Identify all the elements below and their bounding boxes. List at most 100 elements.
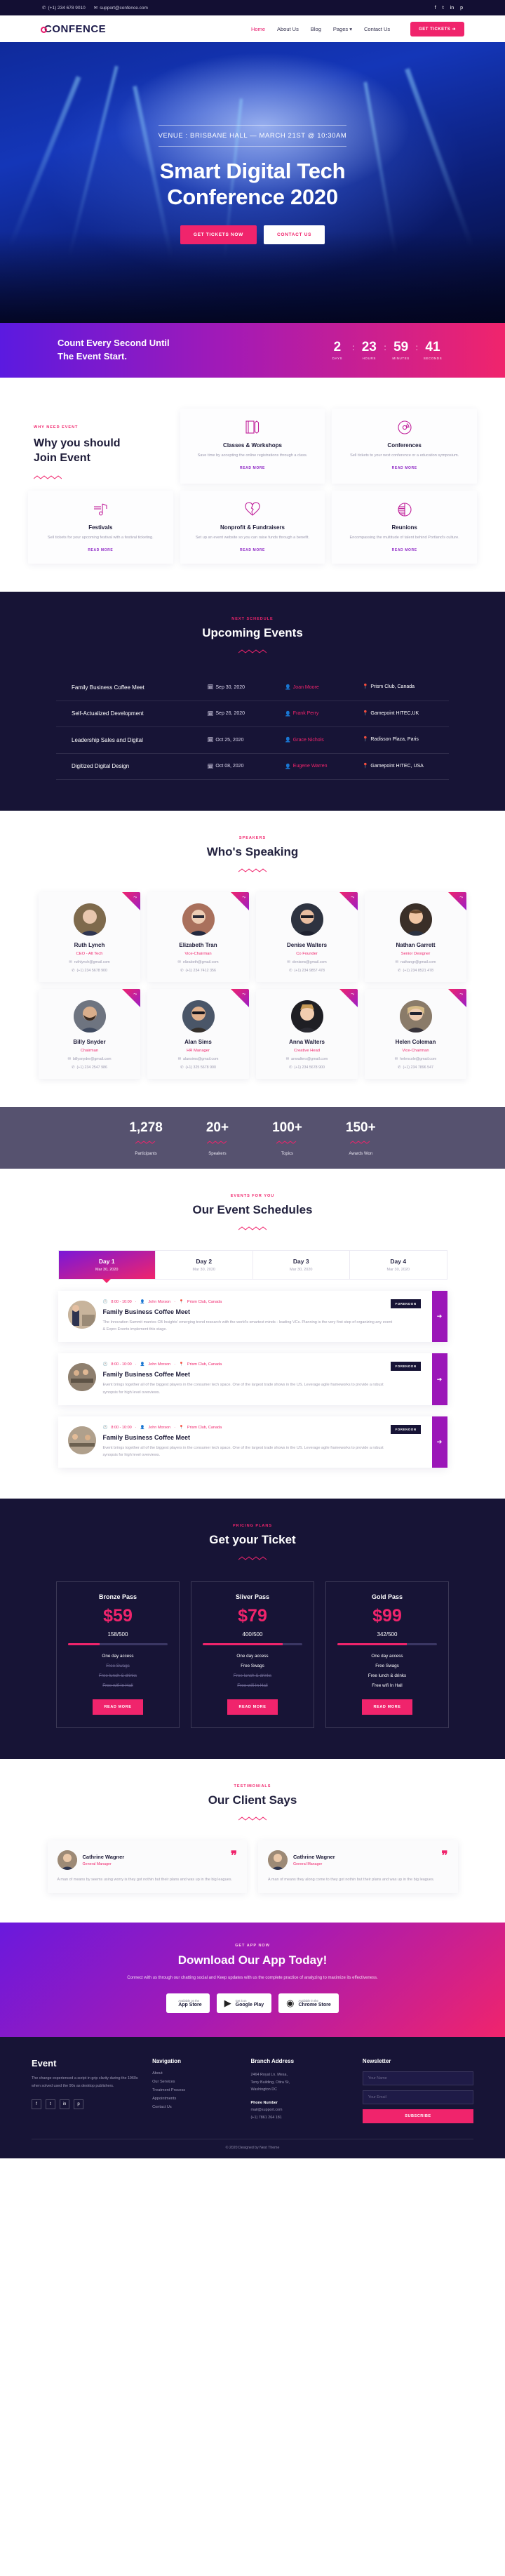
read-more-link[interactable]: READ MORE <box>240 466 265 470</box>
phone-icon: ✆ <box>180 969 184 973</box>
nav-item-home[interactable]: Home <box>251 26 265 32</box>
speaker-card[interactable]: ⤳ Elizabeth Tran Vice-Chairman ✉ elizabet… <box>147 892 249 982</box>
feature-desc: Sell tickets for your upcoming festival … <box>47 536 154 540</box>
schedules-title: Our Event Schedules <box>192 1203 313 1216</box>
speaker-card[interactable]: ⤳ Denise Walters Co Founder ✉ denisew@gma… <box>256 892 358 982</box>
pricing-card-bronze[interactable]: Bronze Pass $59 158/500 One day access F… <box>56 1581 180 1729</box>
tab-day-2[interactable]: Day 2 Mar 30, 2020 <box>156 1251 253 1279</box>
testimonials-header: TESTIMONIALS Our Client Says <box>0 1784 505 1825</box>
speaker-card[interactable]: ⤳ Anna Walters Creative Head ✉ anwalters@… <box>256 989 358 1079</box>
pricing-card-silver[interactable]: Sliver Pass $79 400/500 One day access F… <box>191 1581 314 1729</box>
plan-read-more-button[interactable]: READ MORE <box>362 1699 412 1715</box>
table-row[interactable]: Family Business Coffee Meet 🗓 Sep 30, 202… <box>56 675 449 701</box>
read-more-link[interactable]: READ MORE <box>88 548 113 552</box>
read-more-link[interactable]: READ MORE <box>240 548 265 552</box>
schedule-next-button[interactable]: ➔ <box>431 1353 447 1405</box>
feature-card-festivals[interactable]: Festivals Sell tickets for your upcoming… <box>28 491 173 564</box>
schedule-next-button[interactable]: ➔ <box>431 1416 447 1468</box>
google-play-button[interactable]: ▶ Get it on Google Play <box>216 1993 272 2014</box>
linkedin-icon[interactable]: in <box>450 6 454 11</box>
facebook-icon[interactable]: f <box>32 2099 41 2110</box>
event-date: 🗓 Oct 25, 2020 <box>207 737 244 743</box>
hero-contact-us-button[interactable]: CONTACT US <box>264 225 325 245</box>
chrome-store-button[interactable]: ◉ Available in the Chrome Store <box>278 1993 339 2014</box>
pinterest-icon[interactable]: p <box>74 2099 83 2110</box>
feature-card-nonprofit[interactable]: Nonprofit & Fundraisers Set up an event … <box>180 491 325 564</box>
share-icon[interactable]: ⤳ <box>231 989 249 1007</box>
pricing-card-gold[interactable]: Gold Pass $99 342/500 One day access Fre… <box>325 1581 449 1729</box>
hero-get-tickets-button[interactable]: GET TICKETS NOW <box>180 225 257 245</box>
event-place: 📍 Gamepoint HITEC, USA <box>363 763 433 771</box>
footer-contact-email[interactable]: mail@support.com <box>251 2106 353 2114</box>
feature-card-conferences[interactable]: Conferences Sell tickets to your next co… <box>332 409 477 484</box>
table-row[interactable]: Self-Actualized Development 🗓 Sep 26, 202… <box>56 701 449 727</box>
twitter-icon[interactable]: t <box>443 6 444 11</box>
newsletter-name-input[interactable]: Your Name <box>362 2071 473 2086</box>
share-icon[interactable]: ⤳ <box>122 892 140 910</box>
schedule-item[interactable]: 🕐 8:00 - 10:00 · 👤 John Morson · 📍 Prism Club… <box>58 1291 447 1343</box>
pinterest-icon[interactable]: p <box>460 6 463 11</box>
footer-contact-phone[interactable]: (+1) 7861 264 181 <box>251 2114 353 2122</box>
get-tickets-button[interactable]: GET TICKETS ➔ <box>410 21 464 36</box>
schedules-eyebrow: EVENTS FOR YOU <box>230 1194 275 1198</box>
footer-link-contact-us[interactable]: Contact Us <box>152 2105 241 2109</box>
speakers-header: SPEAKERS Who's Speaking <box>0 836 505 877</box>
newsletter-email-input[interactable]: Your Email <box>362 2090 473 2105</box>
table-row[interactable]: Digitized Digital Design 🗓 Oct 08, 2020 👤… <box>56 754 449 780</box>
speaker-phone: ✆ (+1) 234 9857 478 <box>289 969 325 973</box>
facebook-icon[interactable]: f <box>435 6 436 11</box>
newsletter-subscribe-button[interactable]: SUBSCRIBE <box>362 2109 473 2124</box>
event-place: 📍 Prism Club, Canada <box>363 684 433 691</box>
share-icon[interactable]: ⤳ <box>448 989 466 1007</box>
share-icon[interactable]: ⤳ <box>231 892 249 910</box>
schedules-header: EVENTS FOR YOU Our Event Schedules <box>0 1194 505 1235</box>
plan-read-more-button[interactable]: READ MORE <box>93 1699 143 1715</box>
share-icon[interactable]: ⤳ <box>339 989 358 1007</box>
share-icon[interactable]: ⤳ <box>339 892 358 910</box>
stats-section: 1,278 Participants 20+ Speakers 100+ Top… <box>0 1107 505 1169</box>
testimonial-card[interactable]: ❞ Cathrine Wagner General Manager A man … <box>47 1840 247 1894</box>
schedule-item[interactable]: 🕐 8:00 - 10:00 · 👤 John Morson · 📍 Prism Club… <box>58 1416 447 1468</box>
nav-item-pages[interactable]: Pages ▾ <box>333 26 352 32</box>
user-icon: 👤 <box>285 738 291 743</box>
schedule-item[interactable]: 🕐 8:00 - 10:00 · 👤 John Morson · 📍 Prism Club… <box>58 1353 447 1405</box>
app-store-button[interactable]: Available on the App Store <box>166 1993 210 2014</box>
why-title: Why you should Join Event <box>34 437 121 465</box>
feature-card-reunions[interactable]: Reunions Encompassing the multitude of t… <box>332 491 477 564</box>
tab-day-4[interactable]: Day 4 Mar 30, 2020 <box>350 1251 447 1279</box>
speaker-card[interactable]: ⤳ Billy Snyder Chairman ✉ billysnyder@gma… <box>39 989 140 1079</box>
plan-read-more-button[interactable]: READ MORE <box>227 1699 278 1715</box>
table-row[interactable]: Leadership Sales and Digital 🗓 Oct 25, 20… <box>56 727 449 754</box>
speaker-card[interactable]: ⤳ Ruth Lynch CEO - Alt Tech ✉ ruthlynch@g… <box>39 892 140 982</box>
twitter-icon[interactable]: t <box>46 2099 55 2110</box>
speaker-card[interactable]: ⤳ Alan Sims HR Manager ✉ alansims@gmail.c… <box>147 989 249 1079</box>
schedule-next-button[interactable]: ➔ <box>431 1291 447 1343</box>
testimonial-card[interactable]: ❞ Cathrine Wagner General Manager A man … <box>258 1840 458 1894</box>
arrow-right-icon: ➔ <box>436 1313 443 1320</box>
tab-day-1[interactable]: Day 1 Mar 30, 2020 <box>58 1251 156 1279</box>
speaker-card[interactable]: ⤳ Helen Coleman Vice-Chairman ✉ helencole… <box>365 989 466 1079</box>
feature-card-classes[interactable]: Classes & Workshops Save time by accepti… <box>180 409 325 484</box>
footer-link-treatment-process[interactable]: Treatment Process <box>152 2088 241 2092</box>
schedule-meta: 🕐 8:00 - 10:00 · 👤 John Morson · 📍 Prism Club… <box>102 1362 222 1367</box>
footer-link-about[interactable]: About <box>152 2071 241 2076</box>
read-more-link[interactable]: READ MORE <box>392 466 417 470</box>
read-more-link[interactable]: READ MORE <box>392 548 417 552</box>
share-icon[interactable]: ⤳ <box>448 892 466 910</box>
envelope-icon: ✉ <box>177 1057 182 1061</box>
nav-item-contact-us[interactable]: Contact Us <box>364 26 390 32</box>
speaker-role: CEO - Alt Tech <box>76 952 103 956</box>
calendar-icon: 🗓 <box>207 764 214 769</box>
nav-item-blog[interactable]: Blog <box>311 26 321 32</box>
avatar <box>182 903 215 936</box>
footer-link-appointments[interactable]: Appointments <box>152 2097 241 2101</box>
share-icon[interactable]: ⤳ <box>122 989 140 1007</box>
speaker-phone: ✆ (+1) 234 8521 478 <box>398 969 433 973</box>
site-logo[interactable]: CONFENCE <box>41 23 106 35</box>
footer-link-our-services[interactable]: Our Services <box>152 2080 241 2084</box>
speaker-card[interactable]: ⤳ Nathan Garrett Senior Designer ✉ nathan… <box>365 892 466 982</box>
nav-item-about-us[interactable]: About Us <box>277 26 299 32</box>
tab-day-3[interactable]: Day 3 Mar 30, 2020 <box>253 1251 350 1279</box>
speaker-role: Co Founder <box>296 952 318 956</box>
linkedin-icon[interactable]: in <box>60 2099 69 2110</box>
